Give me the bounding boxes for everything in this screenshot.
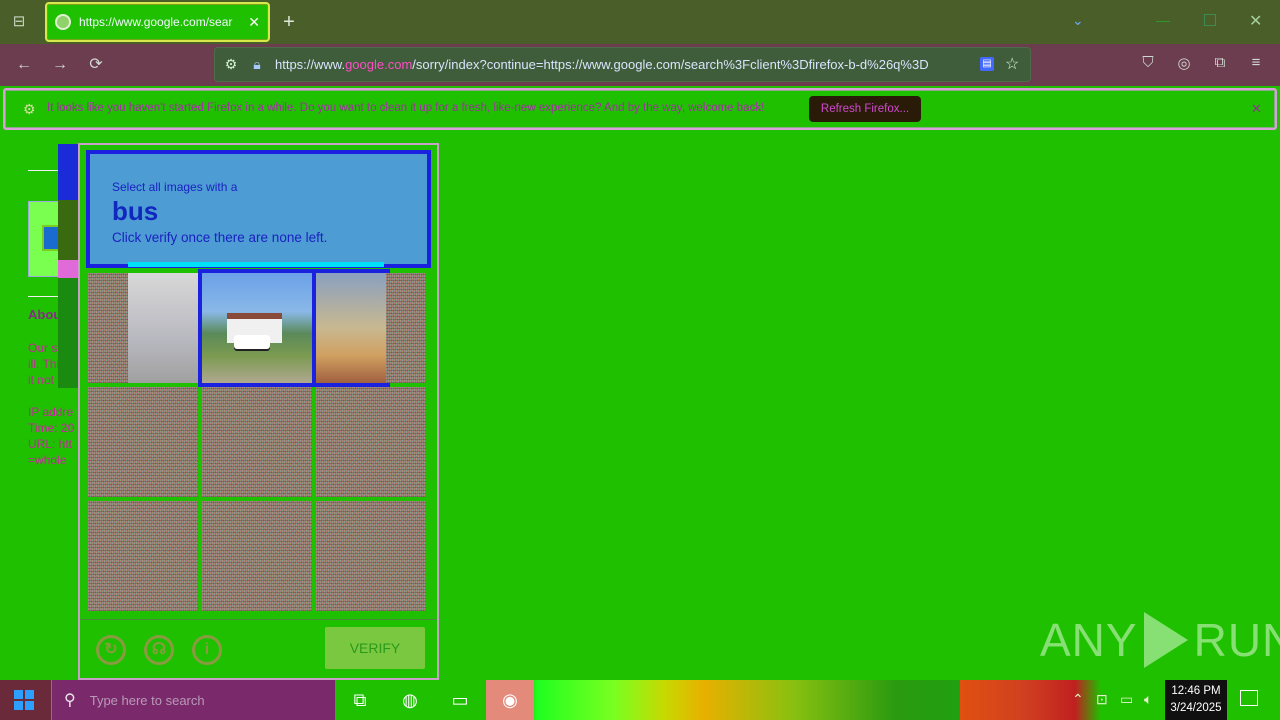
reader-view-icon[interactable]: ▤ bbox=[980, 57, 994, 71]
footer-divider bbox=[80, 619, 437, 620]
notification-message: It looks like you haven't started Firefo… bbox=[47, 102, 765, 114]
challenge-header: Select all images with a bus Click verif… bbox=[86, 150, 431, 268]
system-clock[interactable]: 12:46 PM 3/24/2025 bbox=[1165, 680, 1227, 720]
instruction-hint: Click verify once there are none left. bbox=[112, 230, 328, 245]
image-tile[interactable] bbox=[202, 501, 312, 611]
verify-button[interactable]: VERIFY bbox=[325, 627, 425, 669]
highlight-bar bbox=[128, 262, 384, 267]
refresh-firefox-button[interactable]: Refresh Firefox... bbox=[809, 96, 921, 122]
back-button[interactable]: ← bbox=[13, 54, 35, 76]
taskbar-search-box[interactable]: ⚲ Type here to search bbox=[52, 680, 335, 720]
url-bar[interactable]: ⚙ 🔒︎ https://www.google.com/sorry/index?… bbox=[214, 47, 1031, 82]
reload-button[interactable]: ⟳ bbox=[85, 54, 107, 76]
edge-browser-icon[interactable]: ◍ bbox=[386, 680, 434, 720]
maximize-button[interactable] bbox=[1204, 14, 1216, 26]
file-explorer-icon[interactable]: ▭ bbox=[436, 680, 484, 720]
firefox-view-icon[interactable]: ⊟ bbox=[8, 11, 30, 33]
info-icon: ⚙ bbox=[23, 101, 36, 117]
recaptcha-challenge: Select all images with a bus Click verif… bbox=[78, 143, 439, 680]
tab-strip: ⊟ https://www.google.com/sear ✕ + ⌄ — ✕ bbox=[0, 0, 1280, 44]
notification-close-icon[interactable]: ✕ bbox=[1251, 101, 1262, 117]
instruction-text: Select all images with a bbox=[112, 180, 238, 194]
search-placeholder: Type here to search bbox=[89, 692, 205, 708]
target-object: bus bbox=[112, 196, 159, 226]
site-info-icon[interactable]: ⚙ bbox=[223, 56, 239, 73]
search-icon: ⚲ bbox=[64, 692, 76, 709]
taskbar: ⚲ Type here to search ⧉ ◍ ▭ ◉ ⌃ ⊡ ▭ 🔈︎ 1… bbox=[0, 680, 1280, 720]
display-icon[interactable]: ▭ bbox=[1120, 691, 1133, 708]
image-tile[interactable] bbox=[202, 387, 312, 497]
new-tab-button[interactable]: + bbox=[279, 10, 299, 34]
lock-icon[interactable]: 🔒︎ bbox=[249, 56, 265, 73]
notification-center-icon[interactable] bbox=[1240, 690, 1258, 706]
tab-title: https://www.google.com/sear bbox=[79, 15, 233, 29]
image-tile[interactable] bbox=[88, 387, 198, 497]
tab-favicon-icon bbox=[55, 14, 71, 30]
decorative-strip bbox=[58, 278, 78, 388]
active-tab[interactable]: https://www.google.com/sear ✕ bbox=[45, 2, 270, 42]
extensions-icon[interactable]: ⧉ bbox=[1209, 54, 1231, 71]
windows-start-icon[interactable] bbox=[14, 690, 34, 710]
decorative-strip bbox=[58, 200, 78, 260]
task-view-icon[interactable]: ⧉ bbox=[336, 680, 384, 720]
minimize-button[interactable]: — bbox=[1156, 12, 1170, 28]
image-tile[interactable] bbox=[316, 387, 426, 497]
anyrun-watermark: ANY RUN bbox=[1040, 612, 1280, 668]
image-tile[interactable] bbox=[88, 501, 198, 611]
firefox-taskbar-icon[interactable]: ◉ bbox=[486, 680, 534, 720]
pocket-icon[interactable]: ⛉ bbox=[1137, 54, 1159, 71]
forward-button[interactable]: → bbox=[49, 54, 71, 76]
show-hidden-icons[interactable]: ⌃ bbox=[1072, 691, 1084, 708]
selected-tile-frame bbox=[198, 269, 316, 387]
image-tile[interactable] bbox=[316, 501, 426, 611]
tab-close-icon[interactable]: ✕ bbox=[248, 14, 260, 31]
selected-tile-frame bbox=[312, 269, 390, 387]
volume-icon[interactable]: 🔈︎ bbox=[1144, 691, 1152, 708]
url-text[interactable]: https://www.google.com/sorry/index?conti… bbox=[275, 57, 965, 72]
list-all-tabs-icon[interactable]: ⌄ bbox=[1072, 12, 1084, 29]
decorative-strip bbox=[58, 260, 78, 278]
audio-challenge-icon[interactable]: ☊ bbox=[144, 635, 174, 665]
reload-challenge-icon[interactable]: ↻ bbox=[96, 635, 126, 665]
page-details: IP addre Time: 20 URL: htt =whole bbox=[28, 405, 75, 467]
account-icon[interactable]: ◎ bbox=[1173, 54, 1195, 72]
close-window-button[interactable]: ✕ bbox=[1249, 11, 1262, 31]
decorative-strip bbox=[58, 144, 78, 200]
network-icon[interactable]: ⊡ bbox=[1096, 691, 1108, 708]
help-icon[interactable]: i bbox=[192, 635, 222, 665]
bookmark-star-icon[interactable]: ☆ bbox=[1005, 54, 1019, 74]
navigation-toolbar: ← → ⟳ ⚙ 🔒︎ https://www.google.com/sorry/… bbox=[0, 44, 1280, 86]
refresh-notification-bar: ⚙ It looks like you haven't started Fire… bbox=[3, 88, 1277, 130]
image-tile[interactable] bbox=[88, 273, 198, 383]
play-logo-icon bbox=[1143, 612, 1188, 668]
menu-icon[interactable]: ≡ bbox=[1245, 54, 1267, 71]
